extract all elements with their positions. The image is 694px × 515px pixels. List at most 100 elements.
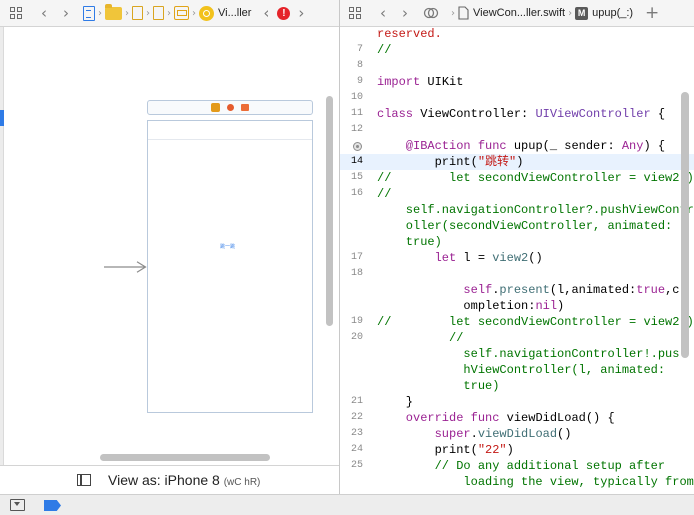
code-line[interactable]: 24 print("22") [340, 442, 694, 458]
error-icon[interactable]: ! [277, 6, 291, 20]
storyboard-file-icon[interactable] [132, 6, 143, 20]
line-number[interactable]: 18 [340, 268, 363, 279]
code-line[interactable]: 11 class ViewController: UIViewController… [340, 106, 694, 122]
back-button[interactable]: ‹ [372, 2, 394, 24]
related-items-button[interactable] [344, 2, 366, 24]
chevron-right-icon: › [98, 7, 102, 19]
line-number[interactable]: 8 [340, 60, 363, 71]
chevron-left-icon: ‹ [380, 4, 386, 22]
debug-area-toggle-icon[interactable] [10, 499, 25, 511]
breadcrumb-view-controller[interactable]: Vi...ller [218, 7, 251, 19]
view-controller-icon[interactable] [211, 103, 220, 112]
line-number[interactable]: 15 [340, 172, 363, 183]
code-line[interactable]: 14 print("跳转") [340, 154, 694, 170]
breadcrumb-method[interactable]: upup(_:) [592, 7, 633, 19]
view-as-device-button[interactable]: View as: iPhone 8 (wC hR) [108, 472, 260, 488]
code-line[interactable]: 20 // [340, 330, 694, 346]
view-controller-icon[interactable] [199, 5, 214, 21]
code-line[interactable]: self.navigationController!.pus [340, 346, 694, 362]
document-outline-toggle-icon[interactable] [77, 474, 91, 486]
breakpoint-icon[interactable] [353, 142, 362, 151]
code-line[interactable]: 18 [340, 266, 694, 282]
scene-dock[interactable] [147, 100, 313, 115]
code-line[interactable]: 10 [340, 90, 694, 106]
code-line[interactable]: 22 override func viewDidLoad() { [340, 410, 694, 426]
code-line[interactable]: true) [340, 234, 694, 250]
back-button[interactable]: ‹ [33, 2, 55, 24]
line-number[interactable]: 16 [340, 188, 363, 199]
line-number[interactable]: 9 [340, 76, 363, 87]
code-line[interactable]: 15 // let secondViewController = view2() [340, 170, 694, 186]
code-line[interactable]: loading the view, typically from [340, 474, 694, 490]
line-number[interactable]: 24 [340, 444, 363, 455]
chevron-left-icon: ‹ [263, 4, 270, 22]
code-line[interactable]: 17 let l = view2() [340, 250, 694, 266]
size-class-label: (wC hR) [223, 477, 261, 488]
jump-button[interactable]: 跳一跳 [220, 243, 235, 250]
related-items-button[interactable] [5, 2, 27, 24]
code-line[interactable]: ompletion:nil) [340, 298, 694, 314]
code-line[interactable]: 8 [340, 58, 694, 74]
code-text: super.viewDidLoad() [377, 427, 572, 441]
line-number[interactable]: 20 [340, 332, 363, 343]
code-text: // [377, 43, 392, 57]
code-text: // [377, 187, 392, 201]
code-line[interactable]: true) [340, 378, 694, 394]
first-responder-icon[interactable] [227, 104, 234, 111]
code-line[interactable]: @IBAction func upup(_ sender: Any) { [340, 138, 694, 154]
line-number[interactable]: 23 [340, 428, 363, 439]
code-line[interactable]: 9 import UIKit [340, 74, 694, 90]
code-line[interactable]: self.present(l,animated:true,c [340, 282, 694, 298]
chevron-right-icon: › [402, 4, 408, 22]
breakpoints-toggle-icon[interactable] [44, 500, 61, 511]
code-line[interactable]: self.navigationController?.pushViewContr [340, 202, 694, 218]
storyboard-base-icon[interactable] [153, 6, 164, 20]
code-line[interactable]: 25 // Do any additional setup after [340, 458, 694, 474]
line-number[interactable]: 10 [340, 92, 363, 103]
chevron-right-icon: › [63, 4, 69, 22]
add-editor-button[interactable]: + [641, 2, 663, 24]
code-editor[interactable]: reserved. 7 // 8 9 import UIKit 10 11 class View… [340, 27, 694, 494]
code-line[interactable]: 21 } [340, 394, 694, 410]
code-line[interactable]: 23 super.viewDidLoad() [340, 426, 694, 442]
view-controller-scene[interactable]: 跳一跳 [147, 120, 313, 413]
line-number[interactable]: 21 [340, 396, 363, 407]
folder-icon[interactable] [105, 3, 122, 20]
editor-vertical-scrollbar[interactable] [681, 92, 689, 358]
code-line[interactable]: 7 // [340, 42, 694, 58]
code-line[interactable]: 19 // let secondViewController = view2() [340, 314, 694, 330]
assistant-mode-button[interactable] [420, 2, 442, 24]
next-issue-button[interactable]: › [290, 2, 312, 24]
line-number[interactable]: 22 [340, 412, 363, 423]
chevron-right-icon: › [192, 7, 196, 19]
forward-button[interactable]: › [394, 2, 416, 24]
code-text: self.navigationController!.pus [377, 347, 680, 361]
canvas-vertical-scrollbar[interactable] [326, 96, 333, 326]
previous-issue-button[interactable]: ‹ [255, 2, 277, 24]
line-number[interactable]: 17 [340, 252, 363, 263]
scene-icon[interactable] [174, 6, 189, 20]
code-text: reserved. [377, 27, 442, 41]
line-number[interactable]: 12 [340, 124, 363, 135]
breadcrumb: › › › › › Vi...ller [83, 3, 251, 21]
line-number[interactable]: 25 [340, 460, 363, 471]
canvas-horizontal-scrollbar[interactable] [100, 454, 270, 461]
line-number[interactable]: 11 [340, 108, 363, 119]
breadcrumb-file[interactable]: ViewCon...ller.swift [473, 7, 565, 19]
project-icon[interactable] [83, 5, 95, 21]
forward-button[interactable]: › [55, 2, 77, 24]
line-number[interactable]: 14 [340, 156, 363, 167]
code-line[interactable]: oller(secondViewController, animated: [340, 218, 694, 234]
exit-icon[interactable] [241, 104, 249, 111]
code-text: let l = view2() [377, 251, 543, 265]
line-number[interactable]: 19 [340, 316, 363, 327]
code-line[interactable]: 16 // [340, 186, 694, 202]
swift-file-icon [458, 6, 469, 20]
code-line[interactable]: 12 [340, 122, 694, 138]
line-number[interactable]: 7 [340, 44, 363, 55]
code-text: oller(secondViewController, animated: [377, 219, 673, 233]
code-line[interactable]: reserved. [340, 27, 694, 42]
selection-marker [0, 110, 4, 126]
document-outline-edge [0, 27, 4, 465]
code-line[interactable]: hViewController(l, animated: [340, 362, 694, 378]
